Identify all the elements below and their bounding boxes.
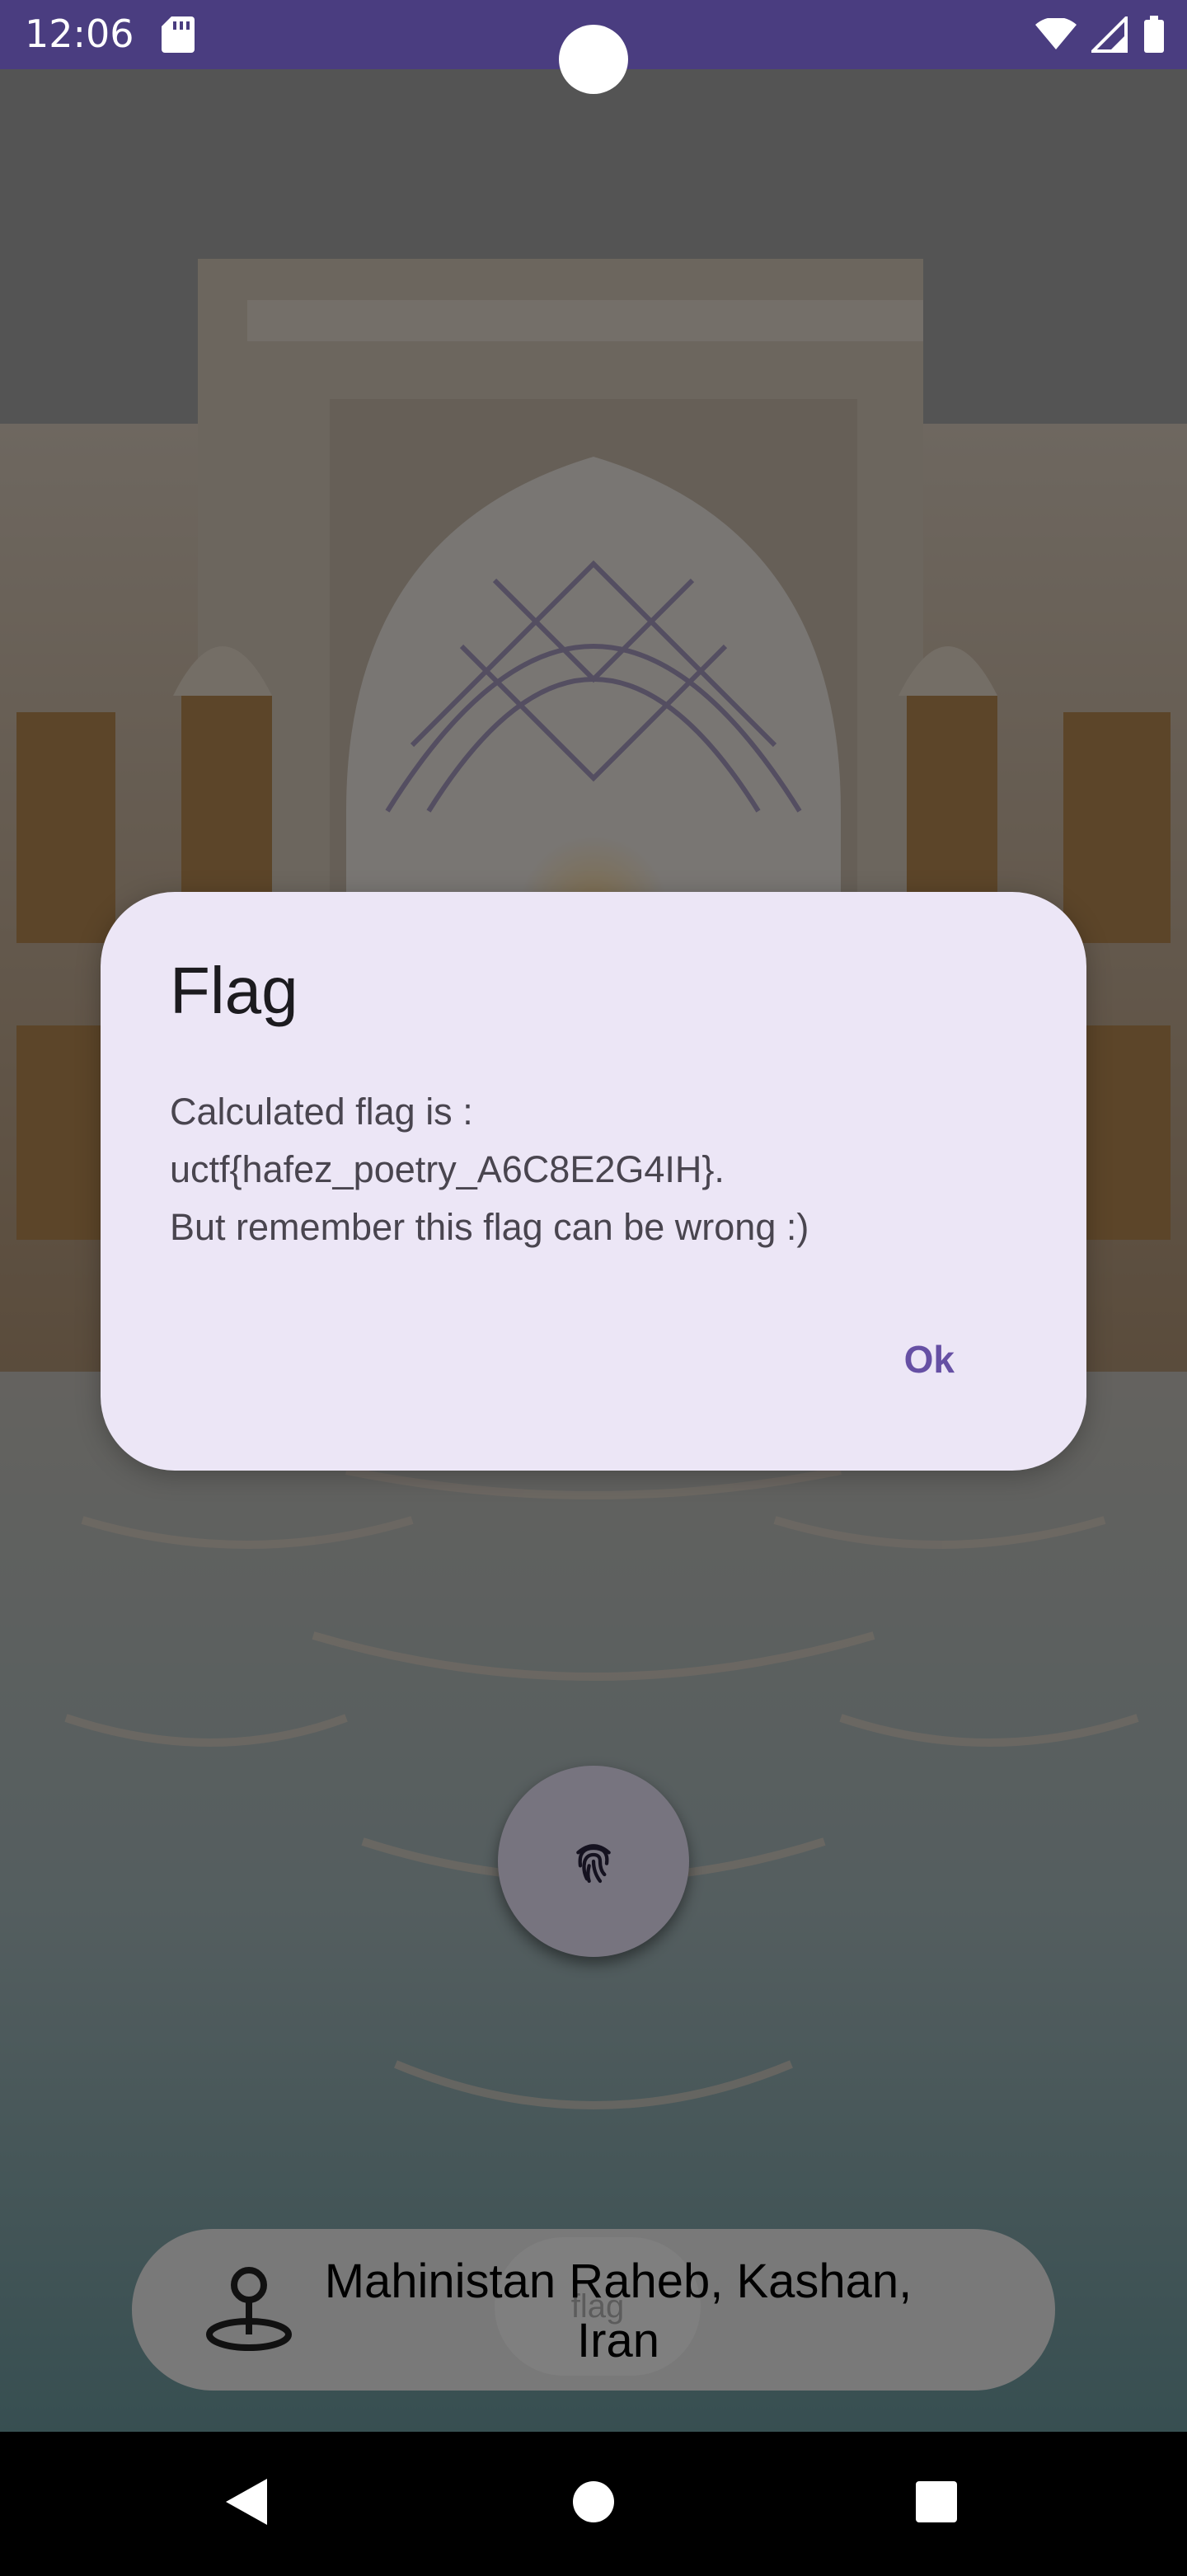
sd-card-icon [162,16,195,53]
dialog-title: Flag [170,954,298,1027]
dialog-message-line: uctf{hafez_poetry_A6C8E2G4IH}. [170,1148,725,1190]
back-icon[interactable] [226,2479,267,2525]
battery-icon [1144,16,1164,53]
dialog-message-line: Calculated flag is : [170,1091,473,1133]
status-icons [1035,13,1166,56]
flag-dialog: Flag Calculated flag is : uctf{hafez_poe… [101,892,1086,1471]
dialog-message-line: But remember this flag can be wrong :) [170,1206,809,1248]
status-time: 12:06 [25,12,134,56]
signal-icon [1091,16,1128,53]
wifi-icon [1035,18,1077,49]
home-icon[interactable] [573,2481,614,2522]
navigation-bar [0,2432,1187,2572]
recents-icon[interactable] [916,2481,957,2522]
ok-button[interactable]: Ok [894,1329,964,1390]
dialog-message: Calculated flag is : uctf{hafez_poetry_A… [170,1083,1027,1256]
camera-cutout [559,25,628,94]
